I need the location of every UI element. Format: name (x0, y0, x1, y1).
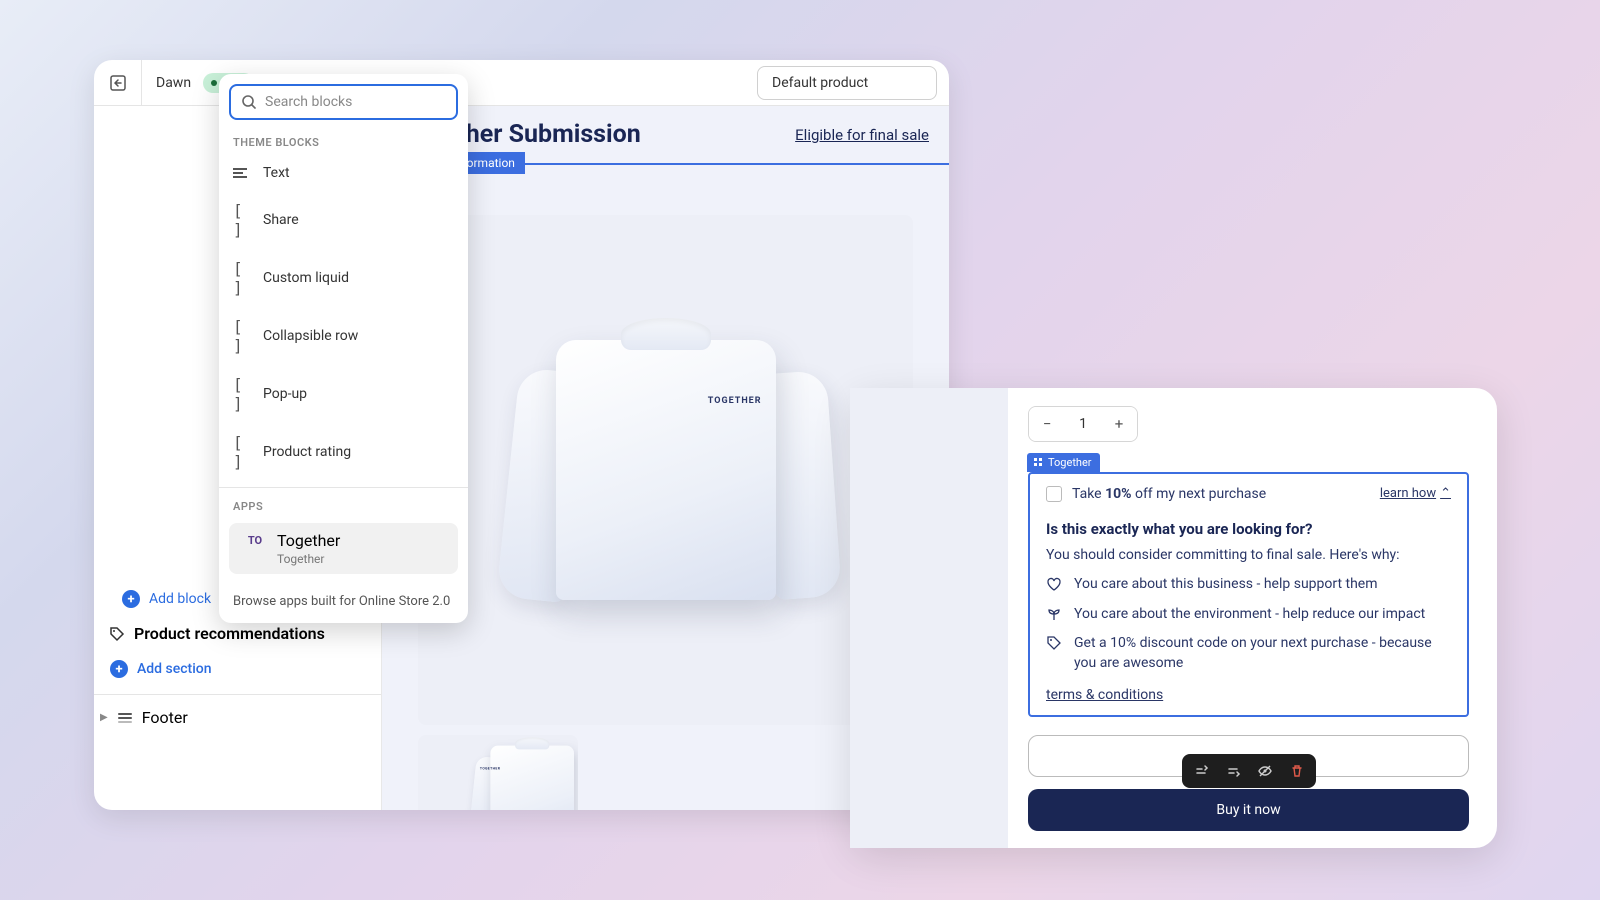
quantity-stepper: − 1 + (1028, 406, 1138, 442)
product-thumbnail[interactable]: TOGETHER (418, 735, 578, 810)
benefit-item: You care about the environment - help re… (1046, 605, 1451, 625)
product-main-image[interactable]: TOGETHER (418, 215, 913, 725)
together-offer-block: Take 10% off my next purchase learn how⌃… (1028, 472, 1469, 718)
group-title-theme: THEME BLOCKS (219, 130, 468, 155)
block-toolbar (1182, 754, 1316, 788)
block-option-popup[interactable]: [ ]Pop-up (219, 365, 468, 423)
heart-icon (1046, 576, 1064, 595)
theme-editor-window: Dawn Live ••• Default product + Add bloc… (94, 60, 949, 810)
caret-right-icon: ▶ (100, 712, 108, 723)
benefit-item: You care about this business - help supp… (1046, 575, 1451, 595)
app-block-together[interactable]: TO Together Together (229, 523, 458, 574)
move-up-button[interactable] (1190, 760, 1212, 782)
footer-icon (116, 709, 134, 727)
add-section-button[interactable]: + Add section (94, 650, 381, 688)
add-block-popover: THEME BLOCKS Text [ ]Share [ ]Custom liq… (219, 74, 468, 623)
buy-now-button[interactable]: Buy it now (1028, 789, 1469, 831)
hide-button[interactable] (1254, 760, 1276, 782)
group-title-apps: APPS (219, 494, 468, 519)
offer-checkbox[interactable] (1046, 486, 1062, 502)
final-sale-eligible-link[interactable]: Eligible for final sale (795, 126, 929, 144)
liquid-icon: [ ] (233, 259, 251, 297)
popup-icon: [ ] (233, 375, 251, 413)
search-blocks-field[interactable] (229, 84, 458, 120)
delete-button[interactable] (1286, 760, 1308, 782)
search-icon (241, 94, 257, 110)
plus-icon: + (110, 660, 128, 678)
tag-icon (108, 625, 126, 643)
qty-decrease-button[interactable]: − (1029, 407, 1065, 441)
terms-link[interactable]: terms & conditions (1046, 687, 1163, 703)
qty-value: 1 (1065, 407, 1101, 441)
move-down-button[interactable] (1222, 760, 1244, 782)
chevron-up-icon: ⌃ (1440, 486, 1451, 501)
text-icon (233, 168, 251, 178)
app-logo: TO (243, 533, 267, 549)
block-icon (1033, 457, 1043, 467)
search-input[interactable] (265, 94, 446, 110)
tag-icon (1046, 635, 1064, 673)
block-option-custom-liquid[interactable]: [ ]Custom liquid (219, 249, 468, 307)
benefit-item: Get a 10% discount code on your next pur… (1046, 634, 1451, 673)
rating-icon: [ ] (233, 433, 251, 471)
block-option-text[interactable]: Text (219, 155, 468, 191)
offer-description: You should consider committing to final … (1046, 546, 1451, 566)
template-selector[interactable]: Default product (757, 66, 937, 100)
plus-icon: + (122, 590, 140, 608)
exit-icon (109, 74, 127, 92)
share-icon: [ ] (233, 201, 251, 239)
browse-apps-link[interactable]: Browse apps built for Online Store 2.0 (219, 584, 468, 623)
exit-button[interactable] (94, 60, 142, 106)
qty-increase-button[interactable]: + (1101, 407, 1137, 441)
learn-how-link[interactable]: learn how⌃ (1380, 486, 1451, 501)
product-detail-panel: − 1 + Together Take 10% off my next purc… (850, 388, 1497, 848)
offer-question: Is this exactly what you are looking for… (1046, 520, 1451, 538)
collapsible-icon: [ ] (233, 317, 251, 355)
plant-icon (1046, 606, 1064, 625)
block-option-product-rating[interactable]: [ ]Product rating (219, 423, 468, 481)
section-footer[interactable]: ▶ Footer (94, 701, 381, 734)
theme-name: Dawn (156, 75, 191, 91)
offer-text: Take 10% off my next purchase (1072, 486, 1266, 502)
block-option-share[interactable]: [ ]Share (219, 191, 468, 249)
block-label-together[interactable]: Together (1027, 453, 1100, 472)
block-option-collapsible-row[interactable]: [ ]Collapsible row (219, 307, 468, 365)
